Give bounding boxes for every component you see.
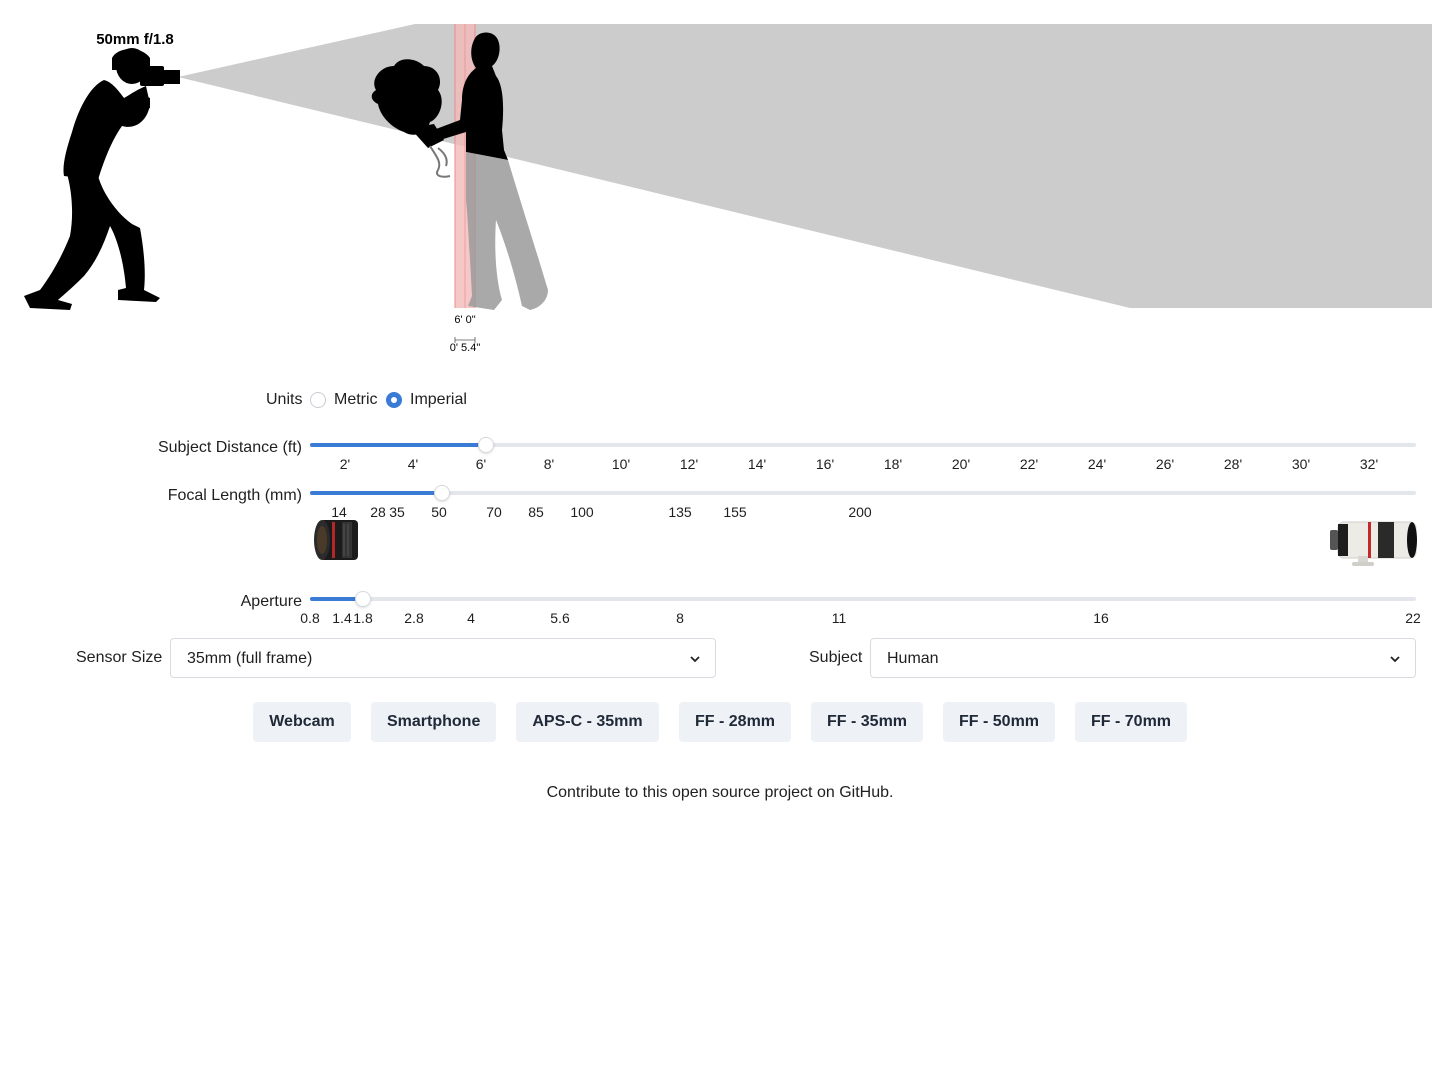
footer-text: Contribute to this open source project o… bbox=[546, 784, 840, 801]
lens-label: 50mm f/1.8 bbox=[96, 31, 174, 48]
aperture-thumb[interactable] bbox=[356, 592, 370, 606]
aperture-tick: 4 bbox=[467, 610, 475, 626]
focal-tick: 200 bbox=[848, 504, 872, 520]
aperture-tick: 22 bbox=[1405, 610, 1421, 626]
distance-tick: 22' bbox=[1019, 456, 1039, 472]
distance-tick: 2' bbox=[339, 456, 351, 472]
distance-tick: 14' bbox=[747, 456, 767, 472]
focal-tick: 135 bbox=[668, 504, 692, 520]
aperture-ticks: 0.8 1.4 1.8 2.8 4 5.6 8 11 16 22 bbox=[0, 610, 1440, 630]
preset-ff-35mm-button[interactable]: FF - 35mm bbox=[811, 702, 923, 742]
subject-height-label: 6' 0" bbox=[454, 314, 475, 326]
radio-metric[interactable] bbox=[310, 392, 326, 408]
subject-distance-ticks: 2' 4' 6' 8' 10' 12' 14' 16' 18' 20' 22' … bbox=[0, 456, 1440, 476]
telephoto-lens-icon bbox=[1330, 521, 1417, 566]
preset-ff-28mm-button[interactable]: FF - 28mm bbox=[679, 702, 791, 742]
focal-tick: 85 bbox=[528, 504, 544, 520]
distance-tick: 12' bbox=[679, 456, 699, 472]
sensor-size-select[interactable]: 35mm (full frame) bbox=[170, 638, 716, 678]
preset-webcam-button[interactable]: Webcam bbox=[253, 702, 351, 742]
subject-label: Subject bbox=[809, 649, 863, 666]
distance-tick: 26' bbox=[1155, 456, 1175, 472]
aperture-tick: 16 bbox=[1093, 610, 1109, 626]
aperture-tick: 5.6 bbox=[550, 610, 570, 626]
aperture-slider[interactable] bbox=[310, 597, 1416, 601]
focal-tick: 35 bbox=[389, 504, 405, 520]
focal-tick: 28 bbox=[370, 504, 386, 520]
focal-tick: 50 bbox=[431, 504, 447, 520]
aperture-tick: 1.4 bbox=[332, 610, 352, 626]
photographer-silhouette bbox=[24, 48, 180, 310]
preset-ff-70mm-button[interactable]: FF - 70mm bbox=[1075, 702, 1187, 742]
bouquet-ribbon bbox=[429, 145, 451, 178]
distance-tick: 8' bbox=[543, 456, 555, 472]
sensor-size-label: Sensor Size bbox=[76, 649, 163, 666]
preset-apsc-35mm-button[interactable]: APS-C - 35mm bbox=[516, 702, 659, 742]
distance-tick: 6' bbox=[475, 456, 487, 472]
focal-length-fill bbox=[310, 491, 442, 495]
distance-tick: 24' bbox=[1087, 456, 1107, 472]
footer: Contribute to this open source project o… bbox=[0, 784, 1440, 802]
subject-distance-label: Subject Distance (ft) bbox=[157, 439, 302, 456]
focal-tick: 100 bbox=[570, 504, 594, 520]
aperture-label: Aperture bbox=[240, 593, 302, 610]
aperture-tick: 1.8 bbox=[353, 610, 373, 626]
preset-ff-50mm-button[interactable]: FF - 50mm bbox=[943, 702, 1055, 742]
github-link[interactable]: GitHub bbox=[839, 784, 889, 801]
radio-imperial[interactable] bbox=[386, 392, 402, 408]
focal-tick: 70 bbox=[486, 504, 502, 520]
sensor-size-value: 35mm (full frame) bbox=[187, 650, 313, 667]
focal-tick: 155 bbox=[723, 504, 747, 520]
wide-angle-lens-icon bbox=[314, 520, 358, 560]
units-label: Units bbox=[266, 391, 303, 408]
distance-tick: 10' bbox=[611, 456, 631, 472]
depth-of-field-label: 0' 5.4" bbox=[450, 342, 481, 354]
distance-tick: 20' bbox=[951, 456, 971, 472]
preset-smartphone-button[interactable]: Smartphone bbox=[371, 702, 496, 742]
aperture-fill bbox=[310, 597, 362, 601]
chevron-down-icon bbox=[690, 656, 700, 663]
distance-tick: 32' bbox=[1359, 456, 1379, 472]
distance-tick: 4' bbox=[407, 456, 419, 472]
imperial-option-label[interactable]: Imperial bbox=[410, 391, 467, 409]
focal-length-ticks: 14 28 35 50 70 85 100 135 155 200 bbox=[0, 504, 1440, 524]
focal-length-label: Focal Length (mm) bbox=[167, 487, 302, 504]
focal-length-slider[interactable] bbox=[310, 491, 1416, 495]
field-of-view-scene: 50mm f/1.8 6' 0" 0' 5.4" bbox=[24, 24, 1432, 354]
aperture-tick: 8 bbox=[676, 610, 684, 626]
subject-select[interactable]: Human bbox=[870, 638, 1416, 678]
aperture-tick: 11 bbox=[831, 610, 847, 626]
distance-tick: 28' bbox=[1223, 456, 1243, 472]
aperture-tick: 0.8 bbox=[300, 610, 320, 626]
aperture-tick: 2.8 bbox=[404, 610, 424, 626]
chevron-down-icon bbox=[1390, 656, 1400, 663]
subject-distance-thumb[interactable] bbox=[479, 438, 493, 452]
footer-period: . bbox=[888, 784, 894, 801]
distance-tick: 18' bbox=[883, 456, 903, 472]
subject-distance-slider[interactable] bbox=[310, 443, 1416, 447]
metric-option-label[interactable]: Metric bbox=[334, 391, 378, 409]
subject-value: Human bbox=[887, 650, 939, 667]
distance-tick: 30' bbox=[1291, 456, 1311, 472]
field-of-view-cone bbox=[178, 24, 1432, 308]
distance-tick: 16' bbox=[815, 456, 835, 472]
subject-distance-fill bbox=[310, 443, 486, 447]
focal-length-thumb[interactable] bbox=[435, 486, 449, 500]
